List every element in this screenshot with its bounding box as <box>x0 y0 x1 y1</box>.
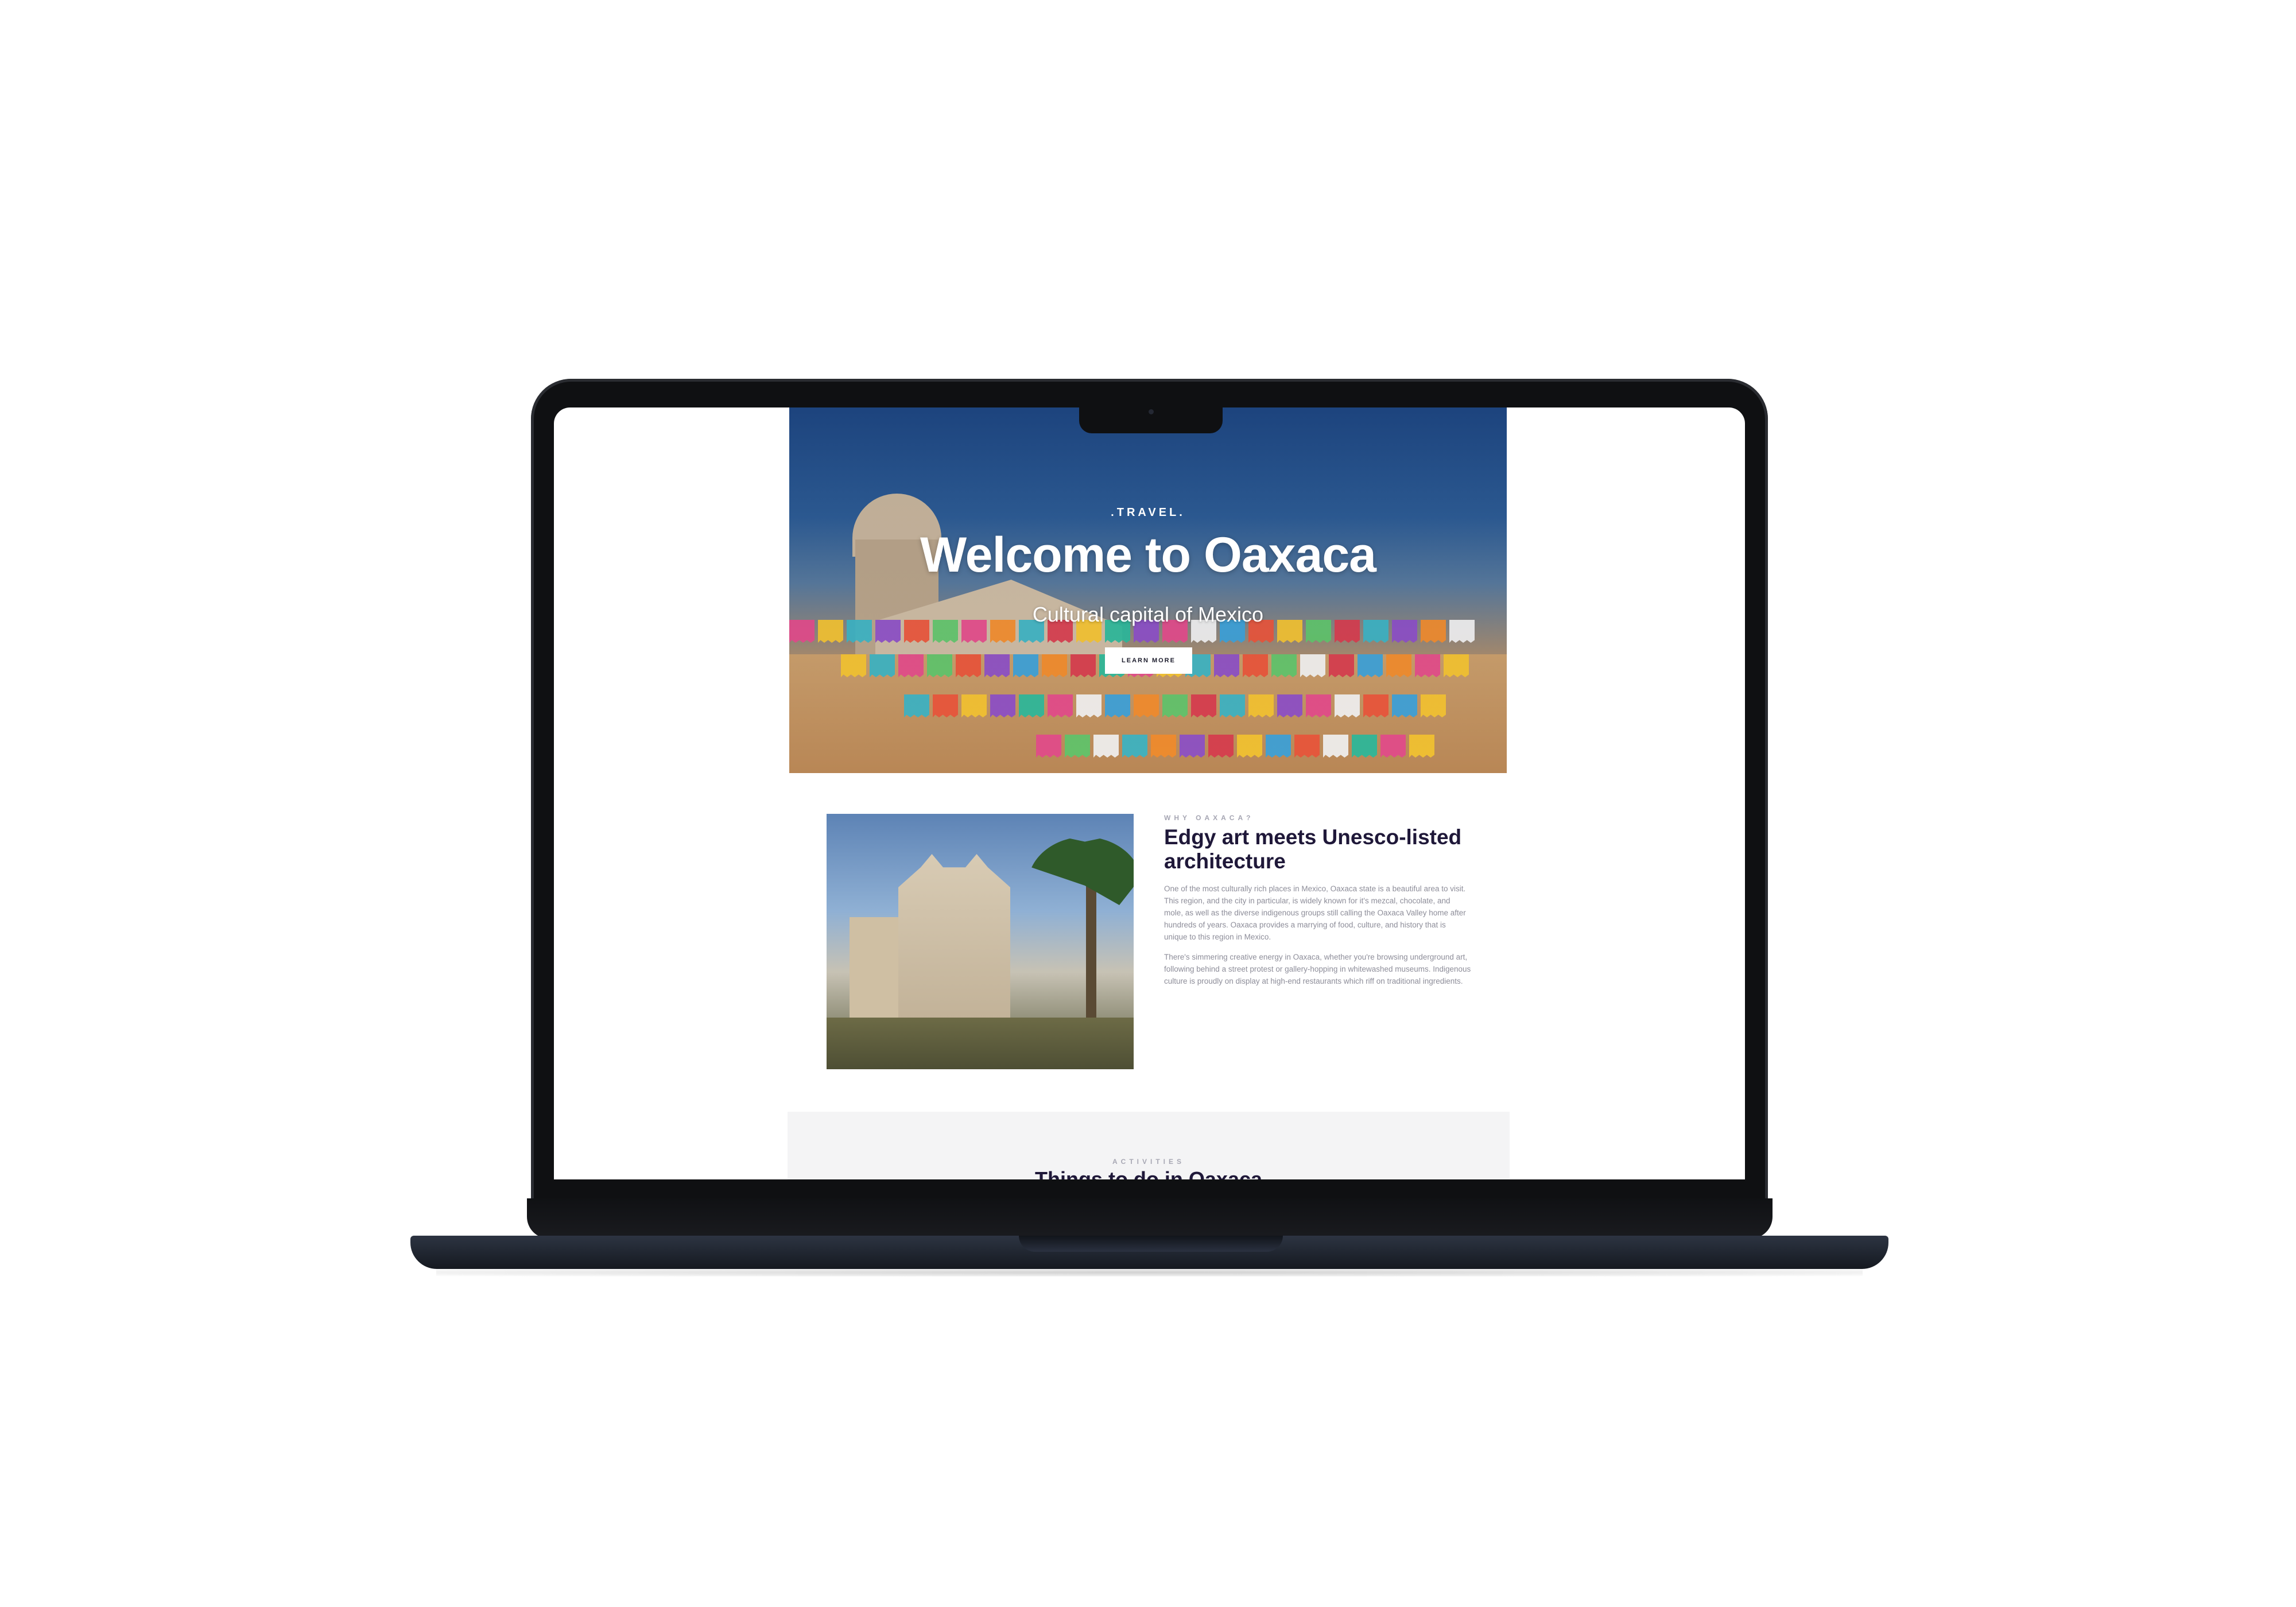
hero-overline: .TRAVEL. <box>1111 506 1185 519</box>
laptop-chin <box>527 1198 1773 1239</box>
about-paragraph: There's simmering creative energy in Oax… <box>1164 952 1471 985</box>
about-text-block: WHY OAXACA? Edgy art meets Unesco-listed… <box>1164 814 1471 995</box>
activities-section: ACTIVITIES Things to do in Oaxaca <box>788 1112 1510 1179</box>
learn-more-button[interactable]: LEARN MORE <box>1105 647 1192 674</box>
hero-section: .TRAVEL. Welcome to Oaxaca Cultural capi… <box>789 407 1507 773</box>
palm-leaves <box>1027 837 1134 915</box>
laptop-shadow <box>436 1268 1863 1276</box>
website: .TRAVEL. Welcome to Oaxaca Cultural capi… <box>554 407 1745 1179</box>
about-kicker: WHY OAXACA? <box>1164 814 1254 822</box>
laptop-hinge-groove <box>1019 1236 1283 1252</box>
hero-overlay <box>789 407 1507 773</box>
about-paragraph: One of the most culturally rich places i… <box>1164 884 1466 941</box>
about-heading: Edgy art meets Unesco-listed architectur… <box>1164 825 1462 873</box>
cactus-garden <box>827 1018 1134 1069</box>
activities-title: Things to do in Oaxaca <box>1034 1167 1263 1179</box>
cathedral-photo <box>827 814 1134 1069</box>
cathedral-facade <box>898 854 1010 1020</box>
laptop-screen: .TRAVEL. Welcome to Oaxaca Cultural capi… <box>554 407 1745 1179</box>
webcam-icon <box>1149 409 1154 414</box>
hero-subtitle: Cultural capital of Mexico <box>1032 603 1264 626</box>
hero-title: Welcome to Oaxaca <box>920 527 1376 583</box>
activities-kicker: ACTIVITIES <box>1112 1158 1185 1166</box>
